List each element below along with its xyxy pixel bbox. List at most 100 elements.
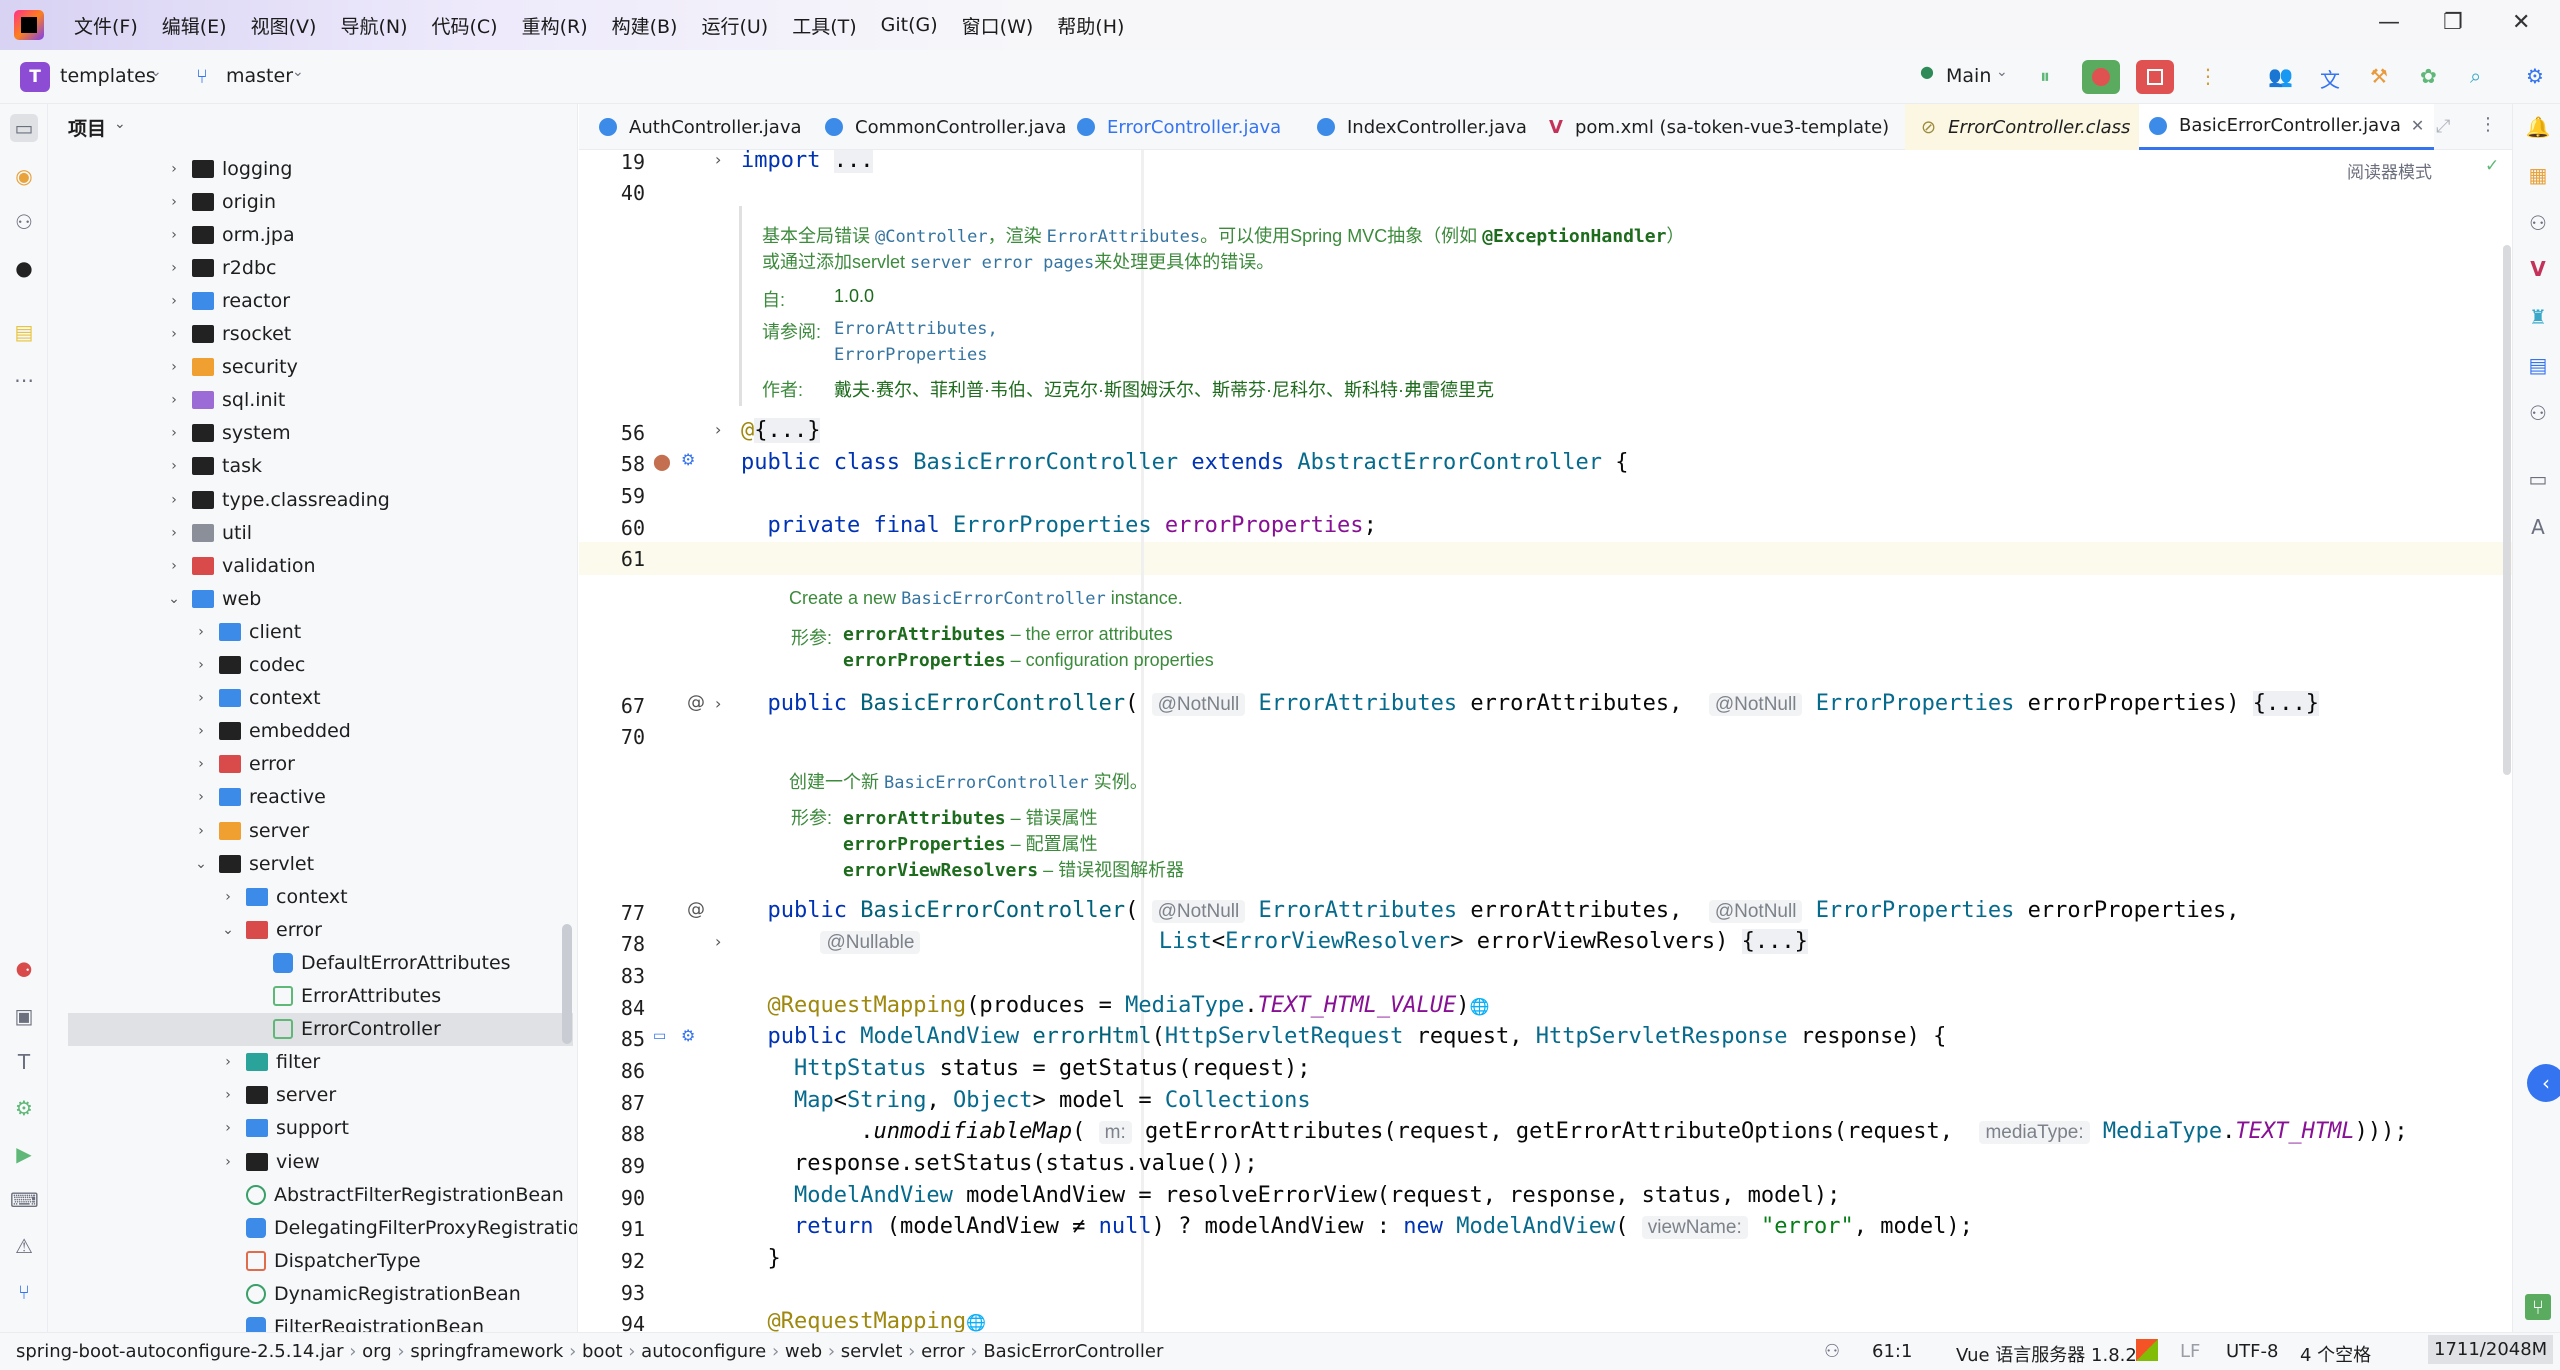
database-icon[interactable]: ▣ <box>10 1002 38 1030</box>
tree-item[interactable]: › orm.jpa <box>164 218 294 251</box>
tree-item[interactable]: ErrorController <box>68 1012 573 1046</box>
project-badge[interactable]: T <box>20 62 50 92</box>
more-icon[interactable]: ⋮ <box>2198 64 2218 88</box>
chevron-right-icon[interactable]: › <box>164 227 184 243</box>
tree-item[interactable]: ⌄ error <box>218 913 322 946</box>
chevron-right-icon[interactable]: › <box>218 1087 238 1103</box>
memory-indicator[interactable]: 1711/2048M <box>2428 1335 2554 1364</box>
tree-item[interactable]: › error <box>191 748 295 781</box>
tree-item[interactable]: › server <box>218 1079 336 1112</box>
tree-scrollbar[interactable] <box>562 924 572 1044</box>
file-encoding[interactable]: UTF-8 <box>2226 1341 2278 1362</box>
breadcrumb-item[interactable]: spring-boot-autoconfigure-2.5.14.jar <box>16 1341 344 1362</box>
menu-build[interactable]: 构建(B) <box>612 12 678 39</box>
chevron-right-icon[interactable]: › <box>191 690 211 706</box>
inspection-ok-icon[interactable]: ✓ <box>2485 156 2499 176</box>
tree-item[interactable]: › server <box>191 814 309 847</box>
breadcrumb-item[interactable]: servlet <box>841 1341 903 1362</box>
chevron-right-icon[interactable]: › <box>164 326 184 342</box>
tree-item[interactable]: › filter <box>218 1046 320 1079</box>
tree-item[interactable]: › util <box>164 516 252 549</box>
chevron-right-icon[interactable]: › <box>164 194 184 210</box>
ai-status-icon[interactable]: ⚇ <box>1824 1341 1840 1362</box>
tree-item[interactable]: DefaultErrorAttributes <box>245 946 511 979</box>
endpoints-icon[interactable]: ▤ <box>2525 352 2551 378</box>
tree-item[interactable]: › logging <box>164 152 292 185</box>
users-icon[interactable]: 👥 <box>2268 64 2293 88</box>
translate-icon[interactable]: 文 <box>2320 64 2340 93</box>
minimize-icon[interactable]: — <box>2378 10 2400 35</box>
breadcrumb-item[interactable]: org <box>362 1341 392 1362</box>
tree-item[interactable]: ⌄ web <box>164 582 261 615</box>
menu-tools[interactable]: 工具(T) <box>792 12 856 39</box>
search-icon[interactable]: ⌕ <box>2470 64 2481 88</box>
restore-icon[interactable]: ❐ <box>2443 10 2463 35</box>
chevron-right-icon[interactable]: › <box>164 392 184 408</box>
project-selector[interactable]: templates <box>60 65 156 87</box>
tree-item[interactable]: › view <box>218 1145 320 1178</box>
chevron-down-icon[interactable]: ⌄ <box>218 922 238 938</box>
menu-file[interactable]: 文件(F) <box>74 12 138 39</box>
problems-icon[interactable]: ⚙ <box>10 1094 38 1122</box>
editor-scrollbar[interactable] <box>2503 245 2511 775</box>
tree-item[interactable]: › sql.init <box>164 384 285 417</box>
font-icon[interactable]: A <box>2525 514 2551 540</box>
branch-selector[interactable]: master <box>226 65 293 87</box>
doc-see-link[interactable]: ErrorAttributes, <box>834 318 998 339</box>
tree-item[interactable]: › support <box>218 1112 349 1145</box>
database-icon[interactable]: ▦ <box>2525 162 2551 188</box>
doc-see-link[interactable]: ErrorProperties <box>834 344 988 365</box>
chevron-right-icon[interactable]: › <box>218 889 238 905</box>
chevron-right-icon[interactable]: › <box>191 789 211 805</box>
breadcrumb-item[interactable]: web <box>785 1341 822 1362</box>
tree-item[interactable]: › context <box>218 880 347 913</box>
breadcrumb-item[interactable]: autoconfigure <box>641 1341 766 1362</box>
collapse-side-panel-icon[interactable]: ‹ <box>2527 1064 2560 1102</box>
breadcrumb-item[interactable]: error <box>921 1341 965 1362</box>
code-editor[interactable]: 阅读器模式 ✓ 19 40 56 58 59 60 61 67 70 77 78… <box>579 150 2512 1332</box>
globe-icon[interactable]: 🌐 <box>966 1313 986 1332</box>
language-server[interactable]: Vue 语言服务器 1.8.24 <box>1956 1341 2148 1367</box>
maven-icon[interactable]: V <box>2525 256 2551 282</box>
line-separator[interactable]: LF <box>2180 1341 2200 1362</box>
tab-auth-controller[interactable]: AuthController.java <box>599 104 802 150</box>
run-tool-icon[interactable]: ▶ <box>10 1140 38 1168</box>
tab-basic-error-controller[interactable]: BasicErrorController.java ✕ <box>2139 104 2435 150</box>
docs-icon[interactable]: ▭ <box>2525 466 2551 492</box>
chevron-right-icon[interactable]: › <box>164 492 184 508</box>
project-tool-icon[interactable]: ▭ <box>10 114 38 142</box>
chevron-down-icon[interactable]: ⌄ <box>191 856 211 872</box>
ai-chat-icon[interactable]: ⚇ <box>2525 400 2551 426</box>
chevron-down-icon[interactable]: ⌄ <box>1996 64 2008 80</box>
tab-pom-xml[interactable]: Vpom.xml (sa-token-vue3-template) <box>1549 104 1889 150</box>
github-icon[interactable]: ● <box>10 254 38 282</box>
implemented-icon[interactable]: ⬤ <box>653 452 671 471</box>
tree-item[interactable]: › rsocket <box>164 318 291 351</box>
tree-item[interactable]: › codec <box>191 649 305 682</box>
menu-run[interactable]: 运行(U) <box>701 12 768 39</box>
reader-mode-toggle[interactable]: 阅读器模式 <box>2347 158 2432 183</box>
chevron-right-icon[interactable]: › <box>164 525 184 541</box>
tab-menu-icon[interactable]: ⋮ <box>2479 114 2497 135</box>
menu-help[interactable]: 帮助(H) <box>1057 12 1124 39</box>
tree-item[interactable]: › security <box>164 351 298 384</box>
gradle-icon[interactable]: ♜ <box>2525 304 2551 330</box>
bookmarks-icon[interactable]: ▤ <box>10 318 38 346</box>
close-icon[interactable]: ✕ <box>2512 10 2530 35</box>
tools-icon[interactable]: ⚒ <box>2370 64 2388 88</box>
git-status-icon[interactable]: ⑂ <box>2525 1294 2551 1320</box>
project-panel-title[interactable]: 项目 <box>68 114 106 141</box>
tree-item[interactable]: › origin <box>164 185 276 218</box>
tree-item[interactable]: DispatcherType <box>218 1244 421 1277</box>
tree-item[interactable]: ErrorAttributes <box>245 980 441 1013</box>
close-tab-icon[interactable]: ✕ <box>2411 116 2424 135</box>
indent-setting[interactable]: 4 个空格 <box>2300 1341 2371 1367</box>
menu-code[interactable]: 代码(C) <box>431 12 497 39</box>
fold-chevron-icon[interactable]: › <box>715 150 721 169</box>
chevron-right-icon[interactable]: › <box>164 161 184 177</box>
tab-common-controller[interactable]: CommonController.java <box>825 104 1066 150</box>
spring-bean-icon[interactable]: ⚙ <box>681 1026 695 1045</box>
chevron-right-icon[interactable]: › <box>218 1054 238 1070</box>
fold-chevron-icon[interactable]: › <box>715 694 721 713</box>
chevron-right-icon[interactable]: › <box>218 1154 238 1170</box>
